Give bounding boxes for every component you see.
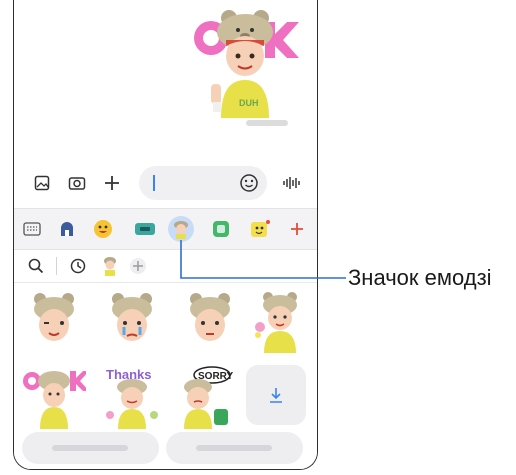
- bottom-pill-left[interactable]: [22, 432, 159, 464]
- svg-text:DUH: DUH: [239, 98, 259, 108]
- callout-pointer: [180, 240, 346, 279]
- sticker-thanks[interactable]: Thanks: [100, 365, 164, 429]
- camera-icon[interactable]: [66, 172, 88, 194]
- gif-tab[interactable]: [132, 216, 158, 242]
- download-more-tile[interactable]: [246, 365, 306, 425]
- recent-icon[interactable]: [68, 256, 88, 276]
- plus-icon[interactable]: [101, 172, 123, 194]
- emoji-tab[interactable]: [90, 216, 116, 242]
- sticker-wink[interactable]: [22, 289, 86, 353]
- avatar-icon[interactable]: [100, 256, 120, 276]
- add-icon[interactable]: [128, 256, 148, 276]
- callout-label: Значок емодзі: [348, 265, 492, 290]
- sent-avatar-sticker[interactable]: DUH: [191, 6, 303, 118]
- message-composer: [14, 162, 317, 204]
- sticker-grid: Thanks SORRY: [14, 283, 317, 469]
- message-timestamp: [246, 120, 288, 126]
- sticker-flowers[interactable]: [248, 289, 312, 353]
- chat-area: DUH: [14, 0, 317, 160]
- emoji-icon[interactable]: [239, 173, 259, 193]
- message-input[interactable]: [139, 166, 267, 200]
- search-icon[interactable]: [26, 256, 46, 276]
- sticker-neutral[interactable]: [178, 289, 242, 353]
- gallery-icon[interactable]: [31, 172, 53, 194]
- sticker-cry[interactable]: [100, 289, 164, 353]
- sticker-sorry[interactable]: SORRY: [174, 365, 238, 429]
- bottom-pill-right[interactable]: [166, 432, 303, 464]
- sticker-ok[interactable]: [22, 365, 86, 429]
- voice-icon[interactable]: [280, 172, 302, 194]
- download-icon: [270, 388, 282, 403]
- home-tab[interactable]: [54, 216, 80, 242]
- text-caret: [153, 175, 155, 191]
- keyboard-tab[interactable]: [19, 216, 45, 242]
- divider: [56, 257, 57, 275]
